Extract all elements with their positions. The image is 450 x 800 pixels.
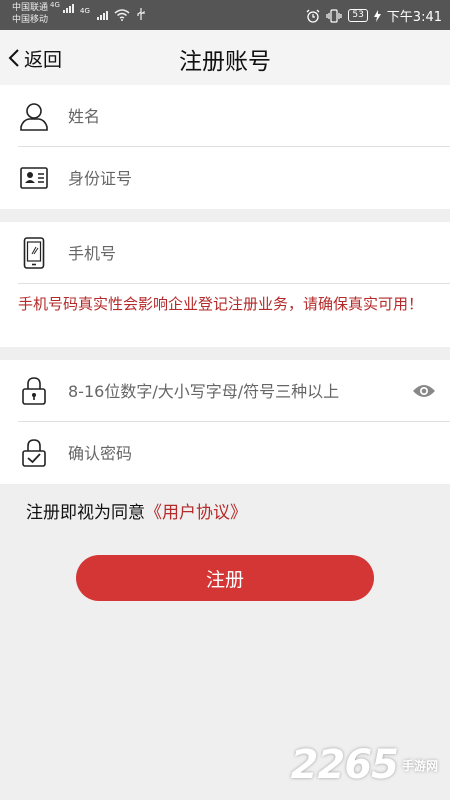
carrier-2-network: 4G	[80, 6, 90, 15]
divider	[18, 283, 450, 284]
phone-warning: 手机号码真实性会影响企业登记注册业务，请确保真实可用！	[18, 295, 424, 313]
usb-icon	[137, 8, 145, 20]
vibrate-icon	[326, 8, 342, 23]
battery-indicator: 53	[348, 9, 368, 22]
phone-row	[0, 222, 450, 284]
eye-icon[interactable]	[410, 381, 438, 401]
carrier-1-name: 中国联通	[12, 3, 49, 13]
carrier-1-network: 4G	[50, 1, 60, 9]
clock: 下午3:41	[386, 10, 442, 25]
wifi-icon	[114, 8, 130, 21]
password-input[interactable]	[68, 373, 398, 409]
site-watermark: 2265 手游网	[291, 742, 438, 788]
lock-check-icon	[18, 437, 50, 469]
id-row	[0, 147, 450, 209]
phone-group: 手机号码真实性会影响企业登记注册业务，请确保真实可用！	[0, 222, 450, 347]
register-button[interactable]: 注册	[76, 555, 374, 601]
signal-icon	[62, 3, 74, 13]
confirm-password-input[interactable]	[68, 435, 430, 471]
name-row	[0, 85, 450, 147]
person-icon	[18, 100, 50, 132]
page-title: 注册账号	[179, 49, 271, 75]
id-card-icon	[18, 162, 50, 194]
confirm-password-row	[0, 422, 450, 484]
status-bar: 中国联通 4G 中国移动 4G 53 下午3:41	[0, 0, 450, 30]
alarm-icon	[306, 9, 320, 23]
signal-2-icon	[96, 10, 108, 20]
identity-group	[0, 85, 450, 209]
carrier-info: 中国联通 4G 中国移动	[12, 1, 74, 26]
nav-bar: 返回 注册账号	[0, 30, 450, 85]
watermark-number: 2265	[290, 742, 399, 788]
phone-input[interactable]	[68, 235, 430, 271]
lock-icon	[18, 375, 50, 407]
password-group	[0, 360, 450, 484]
agreement-prefix: 注册即视为同意	[26, 503, 145, 523]
id-number-input[interactable]	[68, 160, 430, 196]
agreement-text: 注册即视为同意《用户协议》	[26, 498, 247, 523]
password-row	[0, 360, 450, 422]
watermark-text: 手游网	[401, 758, 438, 773]
name-input[interactable]	[68, 98, 430, 134]
charging-icon	[373, 9, 381, 22]
phone-icon	[18, 237, 50, 269]
carrier-2-name: 中国移动	[12, 15, 49, 25]
user-agreement-link[interactable]: 《用户协议》	[145, 503, 247, 523]
